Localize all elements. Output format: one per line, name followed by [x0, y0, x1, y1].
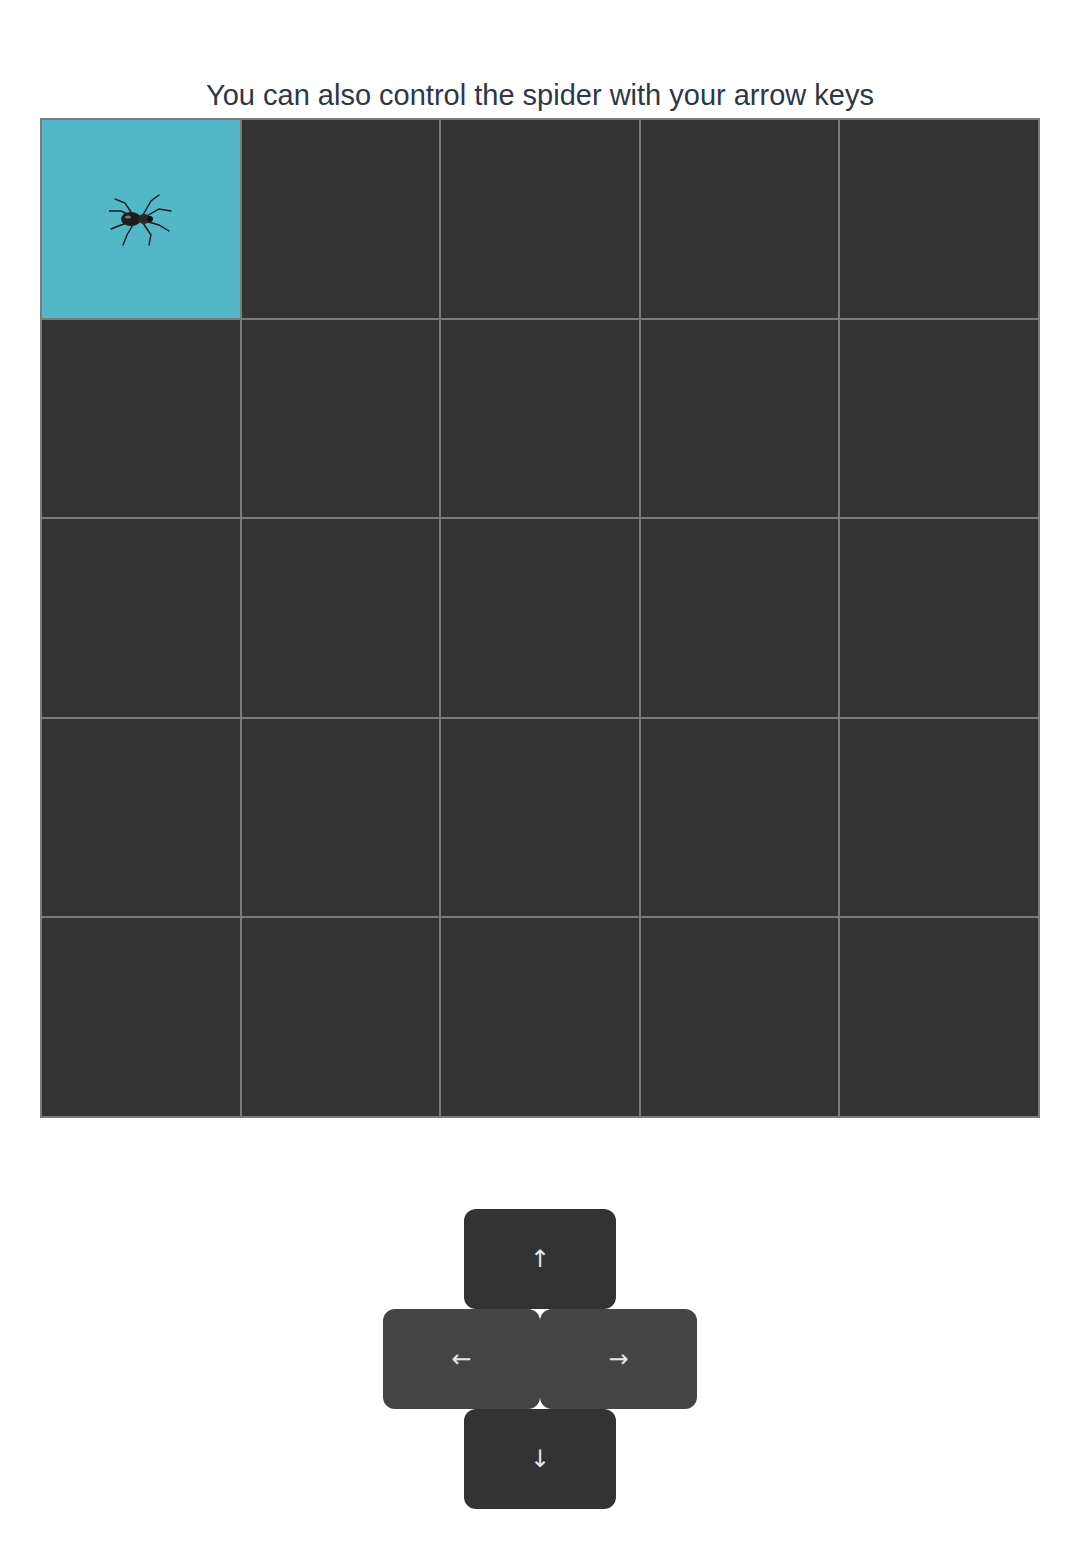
- arrow-row: ←→: [383, 1309, 697, 1409]
- board-cell: [241, 917, 441, 1117]
- page: You can also control the spider with you…: [0, 0, 1080, 1552]
- board-cell: [839, 917, 1039, 1117]
- spider-icon: [109, 191, 173, 247]
- instruction-text: You can also control the spider with you…: [206, 77, 874, 113]
- board-cell: [241, 518, 441, 718]
- arrow-controls: ↑←→↓: [383, 1209, 697, 1509]
- game-board: [40, 118, 1040, 1118]
- board-cell: [640, 119, 840, 319]
- board-cell: [440, 119, 640, 319]
- arrow-row: ↓: [464, 1409, 616, 1509]
- board-cell: [41, 917, 241, 1117]
- board-cell: [640, 917, 840, 1117]
- arrow-button[interactable]: ↑: [464, 1209, 616, 1309]
- board-cell: [41, 319, 241, 519]
- board-cell: [241, 718, 441, 918]
- board-cell: [440, 718, 640, 918]
- arrow-row: ↑: [464, 1209, 616, 1309]
- board-cell: [640, 518, 840, 718]
- board-cell: [41, 119, 241, 319]
- board-cell: [640, 319, 840, 519]
- board-cell: [440, 917, 640, 1117]
- board-cell: [41, 718, 241, 918]
- board-cell: [241, 319, 441, 519]
- arrow-button[interactable]: ↓: [464, 1409, 616, 1509]
- board-cell: [839, 518, 1039, 718]
- board-cell: [839, 718, 1039, 918]
- board-cell: [839, 119, 1039, 319]
- board-cell: [41, 518, 241, 718]
- board-cell: [640, 718, 840, 918]
- board-cell: [241, 119, 441, 319]
- arrow-button[interactable]: →: [540, 1309, 697, 1409]
- board-cell: [440, 319, 640, 519]
- board-cell: [440, 518, 640, 718]
- arrow-button[interactable]: ←: [383, 1309, 540, 1409]
- board-cell: [839, 319, 1039, 519]
